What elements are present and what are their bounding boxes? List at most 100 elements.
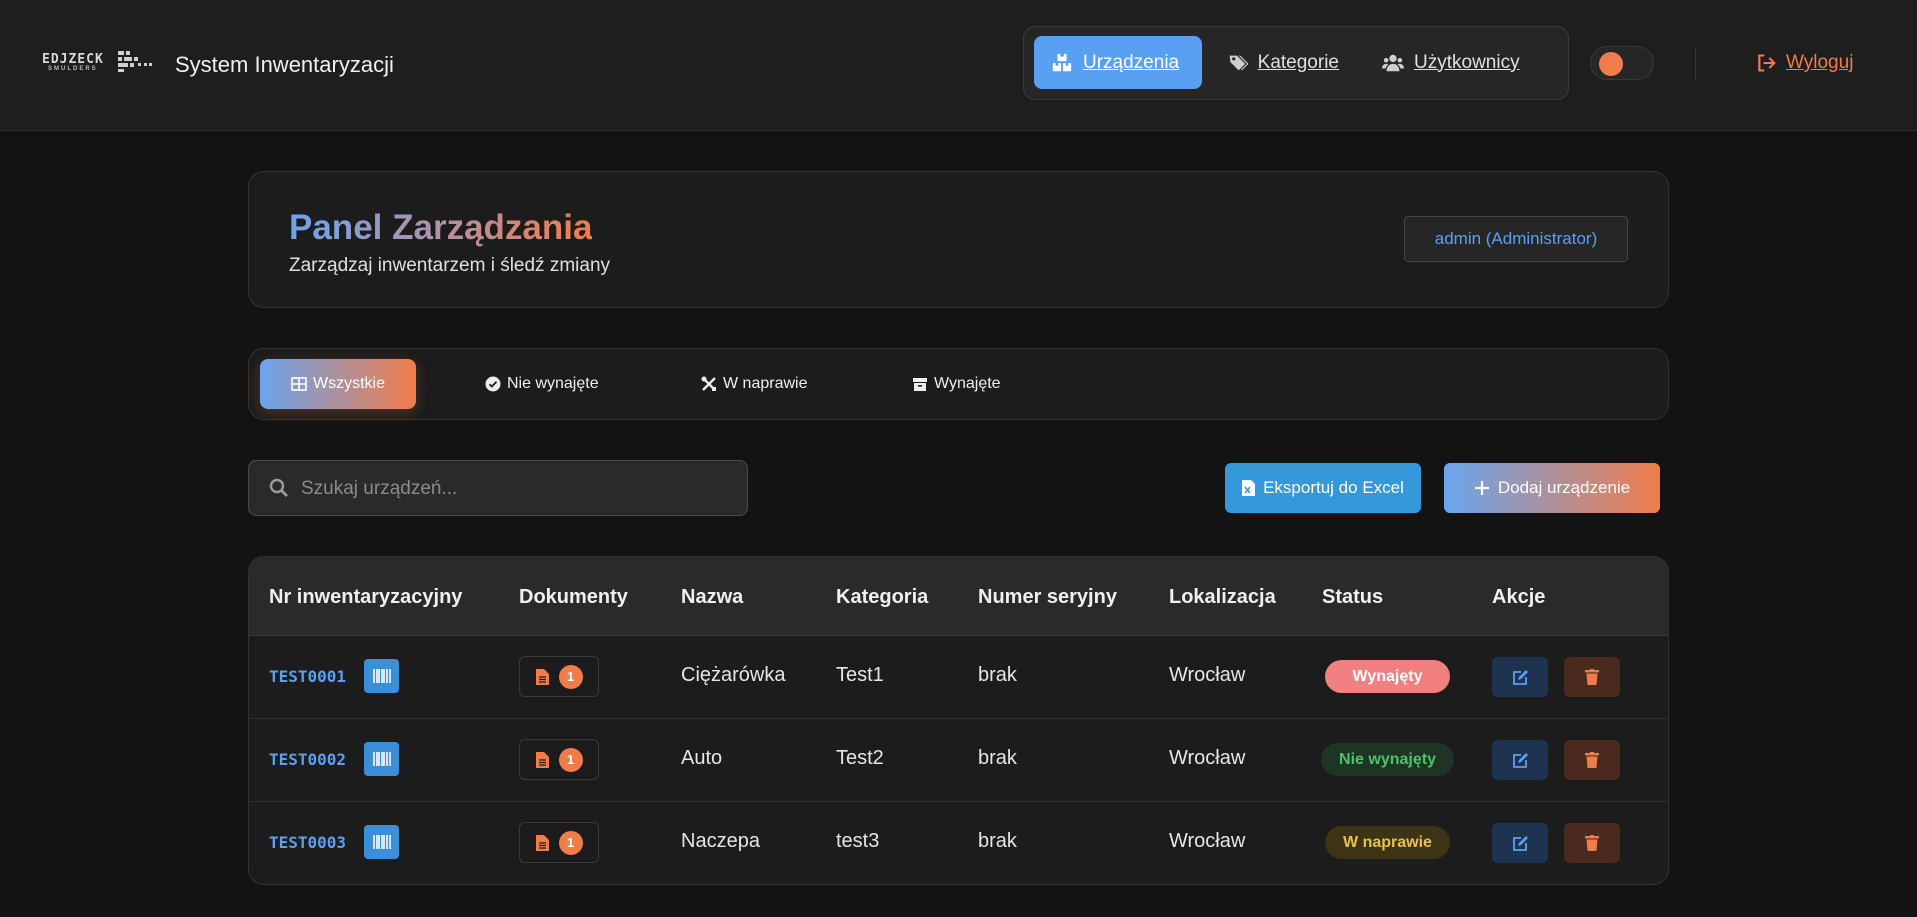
nav-categories[interactable]: Kategorie	[1211, 36, 1356, 89]
page-subtitle: Zarządzaj inwentarzem i śledź zmiany	[289, 255, 611, 276]
device-name: Ciężarówka	[681, 664, 786, 686]
device-location: Wrocław	[1169, 747, 1246, 769]
search-input[interactable]	[299, 461, 733, 516]
device-serial: brak	[978, 830, 1017, 852]
delete-button[interactable]	[1564, 823, 1620, 863]
filter-in-repair[interactable]: W naprawie	[701, 359, 807, 409]
filter-rented-label: Wynajęte	[934, 375, 1001, 392]
table-row[interactable]: TEST0003 1 Naczepa test3 brak Wrocław W …	[249, 801, 1668, 884]
theme-toggle[interactable]	[1590, 46, 1654, 80]
col-category[interactable]: Kategoria	[836, 586, 928, 609]
logo-mark-icon	[118, 51, 152, 72]
device-category: Test1	[836, 664, 884, 686]
table-row[interactable]: TEST0001 1 Ciężarówka Test1 brak Wrocław…	[249, 635, 1668, 719]
filter-rented[interactable]: Wynajęte	[912, 359, 1001, 409]
device-serial: brak	[978, 747, 1017, 769]
delete-button[interactable]	[1564, 740, 1620, 780]
trash-icon	[1585, 669, 1599, 685]
app-title: System Inwentaryzacji	[175, 52, 394, 77]
export-excel-button[interactable]: Eksportuj do Excel	[1225, 463, 1421, 513]
plus-icon	[1474, 481, 1489, 495]
current-user-badge: admin (Administrator)	[1404, 216, 1628, 262]
col-status[interactable]: Status	[1322, 586, 1383, 609]
file-icon	[535, 668, 549, 685]
inventory-number[interactable]: TEST0001	[269, 667, 346, 686]
status-badge: Wynajęty	[1325, 660, 1450, 693]
add-device-button[interactable]: Dodaj urządzenie	[1444, 463, 1660, 513]
header-divider	[1695, 48, 1696, 80]
trash-icon	[1585, 835, 1599, 851]
status-badge: W naprawie	[1325, 826, 1450, 859]
page-title: Panel Zarządzania	[289, 208, 593, 247]
device-location: Wrocław	[1169, 830, 1246, 852]
edit-button[interactable]	[1492, 823, 1548, 863]
filter-all[interactable]: Wszystkie	[260, 359, 416, 409]
top-bar: EDJZECK SMULDERS System Inwentaryzacji U…	[0, 0, 1917, 131]
edit-button[interactable]	[1492, 657, 1548, 697]
company-logo[interactable]: EDJZECK SMULDERS	[42, 50, 152, 74]
logo-subtext: SMULDERS	[48, 66, 98, 72]
documents-count: 1	[558, 664, 583, 689]
device-category: test3	[836, 830, 880, 852]
boxes-icon	[1052, 53, 1072, 71]
table-row[interactable]: TEST0002 1 Auto Test2 brak Wrocław Nie w…	[249, 718, 1668, 802]
nav-devices-label: Urządzenia	[1083, 51, 1180, 73]
nav-devices[interactable]: Urządzenia	[1034, 36, 1202, 89]
status-filter-bar: Wszystkie Nie wynajęte W naprawie Wynaję…	[248, 348, 1669, 420]
table-header: Nr inwentaryzacyjny Dokumenty Nazwa Kate…	[249, 557, 1668, 636]
logout-label: Wyloguj	[1786, 52, 1854, 73]
barcode-icon[interactable]	[364, 825, 399, 859]
check-circle-icon	[485, 376, 501, 392]
main-nav: Urządzenia Kategorie Użytkownicy	[1023, 26, 1569, 100]
col-serial-number[interactable]: Numer seryjny	[978, 586, 1117, 609]
edit-icon	[1512, 669, 1528, 685]
filter-not-rented[interactable]: Nie wynajęte	[485, 359, 599, 409]
documents-button[interactable]: 1	[519, 822, 599, 863]
col-name[interactable]: Nazwa	[681, 586, 743, 609]
filter-not-rented-label: Nie wynajęte	[507, 375, 599, 392]
trash-icon	[1585, 752, 1599, 768]
col-inventory-number[interactable]: Nr inwentaryzacyjny	[269, 586, 462, 609]
search-box	[248, 460, 748, 516]
devices-table: Nr inwentaryzacyjny Dokumenty Nazwa Kate…	[248, 556, 1669, 885]
edit-button[interactable]	[1492, 740, 1548, 780]
device-location: Wrocław	[1169, 664, 1246, 686]
file-icon	[535, 751, 549, 768]
archive-icon	[913, 378, 927, 391]
status-badge: Nie wynajęty	[1321, 743, 1454, 776]
edit-icon	[1512, 835, 1528, 851]
search-icon	[269, 478, 288, 497]
documents-button[interactable]: 1	[519, 656, 599, 697]
filter-all-label: Wszystkie	[313, 375, 385, 392]
nav-users-label: Użytkownicy	[1414, 51, 1520, 73]
nav-categories-label: Kategorie	[1257, 51, 1339, 73]
documents-button[interactable]: 1	[519, 739, 599, 780]
device-serial: brak	[978, 664, 1017, 686]
nav-users[interactable]: Użytkownicy	[1365, 36, 1560, 89]
users-icon	[1382, 54, 1404, 71]
export-excel-label: Eksportuj do Excel	[1263, 478, 1404, 497]
delete-button[interactable]	[1564, 657, 1620, 697]
tools-icon	[701, 376, 716, 391]
device-name: Naczepa	[681, 830, 760, 852]
documents-count: 1	[558, 830, 583, 855]
file-icon	[535, 834, 549, 851]
management-panel: Panel Zarządzania Zarządzaj inwentarzem …	[248, 171, 1669, 308]
col-location[interactable]: Lokalizacja	[1169, 586, 1276, 609]
barcode-icon[interactable]	[364, 742, 399, 776]
edit-icon	[1512, 752, 1528, 768]
logo-text: EDJZECK	[42, 52, 104, 67]
inventory-number[interactable]: TEST0002	[269, 750, 346, 769]
inventory-number[interactable]: TEST0003	[269, 833, 346, 852]
documents-count: 1	[558, 747, 583, 772]
filter-in-repair-label: W naprawie	[723, 375, 808, 392]
file-excel-icon	[1242, 480, 1256, 496]
device-category: Test2	[836, 747, 884, 769]
logout-link[interactable]: Wyloguj	[1756, 52, 1853, 74]
sign-out-icon	[1758, 54, 1776, 72]
barcode-icon[interactable]	[364, 659, 399, 693]
grid-icon	[291, 377, 307, 391]
theme-toggle-knob	[1599, 52, 1623, 76]
device-name: Auto	[681, 747, 723, 769]
col-documents[interactable]: Dokumenty	[519, 586, 628, 609]
